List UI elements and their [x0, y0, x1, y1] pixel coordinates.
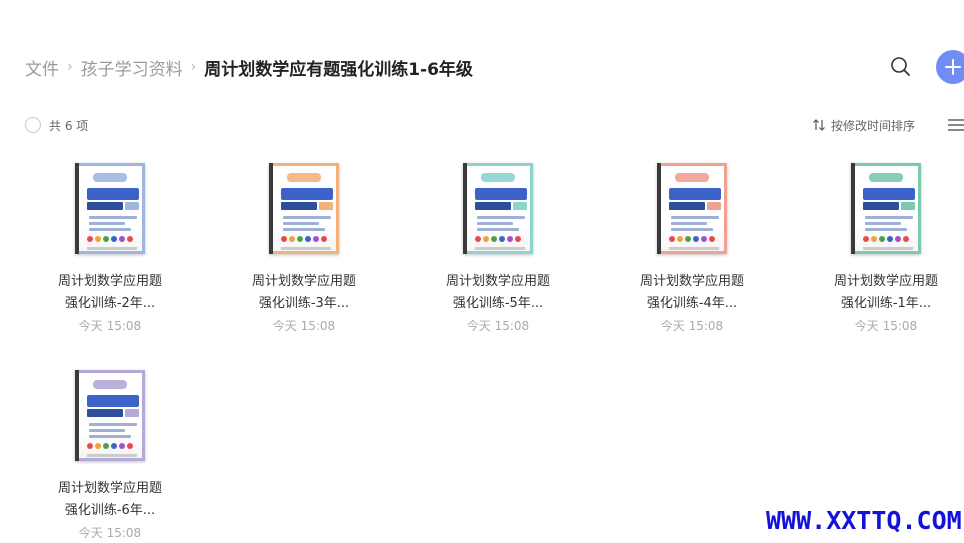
file-name: 周计划数学应用题 强化训练-6年...: [45, 478, 175, 522]
file-name-line2: 强化训练-4年...: [646, 296, 738, 311]
breadcrumb-item-kids-materials[interactable]: 孩子学习资料: [81, 55, 183, 80]
file-name-line2: 强化训练-6年...: [64, 503, 156, 518]
file-modified-time: 今天 15:08: [78, 319, 142, 333]
file-name-line1: 周计划数学应用题: [833, 274, 938, 289]
file-name: 周计划数学应用题 强化训练-1年...: [821, 271, 951, 315]
breadcrumb-separator: ›: [67, 59, 73, 75]
search-icon: [891, 57, 910, 76]
sort-arrows-icon: [813, 119, 825, 131]
file-modified-time: 今天 15:08: [78, 526, 142, 540]
file-name: 周计划数学应用题 强化训练-2年...: [45, 271, 175, 315]
file-item[interactable]: 周计划数学应用题 强化训练-3年... 今天 15:08: [207, 150, 401, 350]
file-browser: 文件 › 孩子学习资料 › 周计划数学应有题强化训练1-6年级 共 6 项 按修…: [0, 0, 964, 543]
select-all-checkbox[interactable]: [25, 117, 41, 133]
file-name-line2: 强化训练-5年...: [452, 296, 544, 311]
search-button[interactable]: [888, 54, 914, 80]
file-name: 周计划数学应用题 强化训练-3年...: [239, 271, 369, 315]
add-button[interactable]: [936, 50, 964, 84]
file-thumbnail: [75, 370, 145, 461]
file-name: 周计划数学应用题 强化训练-4年...: [627, 271, 757, 315]
file-thumbnail: [657, 163, 727, 254]
view-toggle-button[interactable]: [946, 117, 964, 133]
file-modified-time: 今天 15:08: [272, 319, 336, 333]
file-thumbnail: [463, 163, 533, 254]
watermark-text: WWW.XXTTQ.COM: [766, 506, 962, 535]
file-name-line1: 周计划数学应用题: [57, 481, 162, 496]
file-item[interactable]: 周计划数学应用题 强化训练-4年... 今天 15:08: [595, 150, 789, 350]
file-name-line2: 强化训练-2年...: [64, 296, 156, 311]
file-item[interactable]: 周计划数学应用题 强化训练-6年... 今天 15:08: [13, 357, 207, 543]
file-name-line1: 周计划数学应用题: [639, 274, 744, 289]
selection-bar: 共 6 项: [25, 116, 88, 134]
breadcrumb-separator: ›: [190, 59, 197, 75]
file-name-line2: 强化训练-1年...: [840, 296, 932, 311]
file-name-line1: 周计划数学应用题: [57, 274, 162, 289]
file-item[interactable]: 周计划数学应用题 强化训练-1年... 今天 15:08: [789, 150, 964, 350]
file-modified-time: 今天 15:08: [660, 319, 724, 333]
file-grid: 周计划数学应用题 强化训练-2年... 今天 15:08 周计划数学应用题 强化…: [13, 150, 964, 543]
file-modified-time: 今天 15:08: [466, 319, 530, 333]
item-count: 共 6 项: [49, 118, 89, 133]
file-item[interactable]: 周计划数学应用题 强化训练-2年... 今天 15:08: [13, 150, 207, 350]
plus-icon: [945, 59, 961, 75]
file-name-line1: 周计划数学应用题: [445, 274, 550, 289]
file-thumbnail: [75, 163, 145, 254]
sort-button[interactable]: 按修改时间排序: [812, 116, 915, 134]
file-name-line1: 周计划数学应用题: [251, 274, 356, 289]
file-name: 周计划数学应用题 强化训练-5年...: [433, 271, 563, 315]
breadcrumb-item-files[interactable]: 文件: [25, 55, 59, 80]
file-thumbnail: [269, 163, 339, 254]
breadcrumb: 文件 › 孩子学习资料 › 周计划数学应有题强化训练1-6年级: [25, 54, 473, 80]
file-item[interactable]: 周计划数学应用题 强化训练-5年... 今天 15:08: [401, 150, 595, 350]
file-name-line2: 强化训练-3年...: [258, 296, 350, 311]
list-view-icon: [948, 119, 964, 131]
file-modified-time: 今天 15:08: [854, 319, 918, 333]
file-thumbnail: [851, 163, 921, 254]
sort-label: 按修改时间排序: [831, 118, 916, 133]
page-title: 周计划数学应有题强化训练1-6年级: [204, 59, 473, 80]
